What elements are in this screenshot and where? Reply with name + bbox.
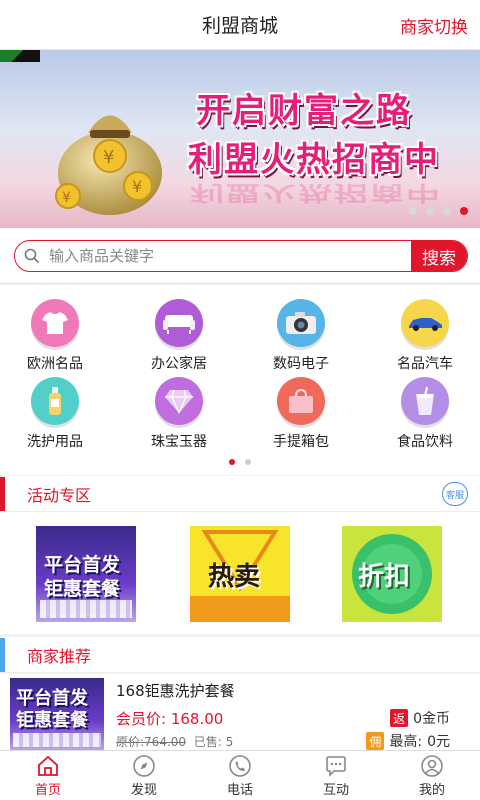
category-item[interactable]: 珠宝玉器	[124, 377, 234, 451]
tab-discover[interactable]: 发现	[96, 751, 192, 800]
search-bar: 搜索	[14, 240, 468, 272]
product-image[interactable]: 平台首发 钜惠套餐	[10, 678, 104, 750]
hot-sale-image[interactable]: 热卖	[190, 526, 290, 622]
banner-carousel[interactable]: ¥ ¥ ¥ 开启财富之路 利盟火热招商中 利盟火热招商中	[0, 50, 480, 228]
merchant-switch-button[interactable]: 商家切换	[400, 13, 468, 38]
category-item[interactable]: 办公家居	[124, 299, 234, 373]
commission-info: 佣 最高: 0元	[366, 731, 450, 751]
section-accent-bar	[0, 476, 5, 511]
category-label: 办公家居	[151, 356, 207, 372]
banner-headline: 开启财富之路	[196, 91, 412, 131]
phone-icon	[229, 754, 251, 777]
category-item[interactable]: 欧洲名品	[0, 299, 110, 373]
category-item[interactable]: 数码电子	[246, 299, 356, 373]
banner-dot[interactable]	[426, 207, 434, 215]
app-header: 利盟商城 商家切换	[0, 0, 480, 50]
page-title: 利盟商城	[201, 15, 278, 37]
product-name: 168钜惠洗护套餐	[116, 682, 235, 700]
svg-text:¥: ¥	[103, 147, 114, 168]
category-pager	[0, 459, 480, 465]
user-icon	[421, 754, 443, 777]
customer-service-icon[interactable]: 客服	[442, 482, 468, 506]
activity-section-header: 活动专区 客服	[0, 476, 480, 512]
category-label: 洗护用品	[27, 434, 83, 450]
svg-text:¥: ¥	[132, 177, 142, 196]
diamond-icon	[155, 377, 203, 425]
search-area: 搜索	[0, 228, 480, 284]
banner-dot[interactable]	[443, 207, 451, 215]
category-label: 数码电子	[273, 356, 329, 372]
product-card[interactable]: 平台首发 钜惠套餐 168钜惠洗护套餐 会员价: 168.00 原价:764.0…	[0, 674, 480, 754]
tshirt-icon	[31, 299, 79, 347]
member-price: 会员价: 168.00	[116, 710, 224, 728]
search-button[interactable]: 搜索	[411, 241, 467, 271]
banner-corner-decoration	[0, 50, 40, 62]
camera-icon	[277, 299, 325, 347]
promo-package-image[interactable]: 平台首发 钜惠套餐	[36, 526, 136, 622]
section-accent-bar	[0, 637, 5, 672]
svg-text:¥: ¥	[62, 190, 71, 206]
banner-reflection: 利盟火热招商中	[190, 180, 442, 205]
search-input[interactable]	[49, 247, 411, 265]
tab-phone[interactable]: 电话	[192, 751, 288, 800]
pager-dot[interactable]	[245, 459, 251, 465]
rebate-badge: 返	[390, 709, 409, 727]
car-icon	[401, 299, 449, 347]
bottom-tab-bar: 首页 发现 电话 互动 我的	[0, 750, 480, 800]
category-item[interactable]: 手提箱包	[246, 377, 356, 451]
money-bag-icon: ¥ ¥ ¥	[55, 115, 162, 215]
tab-home[interactable]: 首页	[0, 751, 96, 800]
sofa-icon	[155, 299, 203, 347]
section-title: 活动专区	[27, 485, 92, 505]
category-label: 名品汽车	[397, 356, 453, 372]
category-item[interactable]: 洗护用品	[0, 377, 110, 451]
banner-indicator	[409, 207, 468, 215]
drink-icon	[401, 377, 449, 425]
bag-icon	[277, 377, 325, 425]
banner-subheadline: 利盟火热招商中	[188, 140, 440, 180]
category-item[interactable]: 名品汽车	[370, 299, 480, 373]
bottle-icon	[31, 377, 79, 425]
banner-dot-active[interactable]	[460, 207, 468, 215]
activity-list: 平台首发 钜惠套餐 热卖 折扣	[0, 512, 480, 634]
search-icon	[15, 248, 49, 264]
category-item[interactable]: 食品饮料	[370, 377, 480, 451]
commission-badge: 佣	[366, 732, 385, 750]
section-title: 商家推荐	[27, 646, 92, 666]
discount-image[interactable]: 折扣	[342, 526, 442, 622]
banner-dot[interactable]	[409, 207, 417, 215]
home-icon	[38, 755, 58, 776]
category-grid: 欧洲名品 办公家居 数码电子 名品汽车 洗护用品 珠宝玉器 手提箱包 食品饮料	[0, 285, 480, 475]
tab-mine[interactable]: 我的	[384, 751, 480, 800]
category-label: 欧洲名品	[27, 356, 83, 372]
category-label: 珠宝玉器	[151, 434, 207, 450]
category-label: 食品饮料	[397, 434, 453, 450]
chat-icon	[326, 755, 346, 777]
pager-dot-active[interactable]	[229, 459, 235, 465]
app-root: 利盟商城 商家切换 ¥ ¥ ¥ 开启财富之路 利盟火热招商中 利盟火热招商中 输…	[0, 0, 480, 800]
merchant-section-header: 商家推荐	[0, 637, 480, 673]
original-price: 原价:764.00 已售: 5	[116, 735, 234, 749]
compass-icon	[133, 754, 155, 777]
category-label: 手提箱包	[273, 434, 329, 450]
rebate-info: 返 0金币	[390, 708, 450, 728]
tab-interact[interactable]: 互动	[288, 751, 384, 800]
